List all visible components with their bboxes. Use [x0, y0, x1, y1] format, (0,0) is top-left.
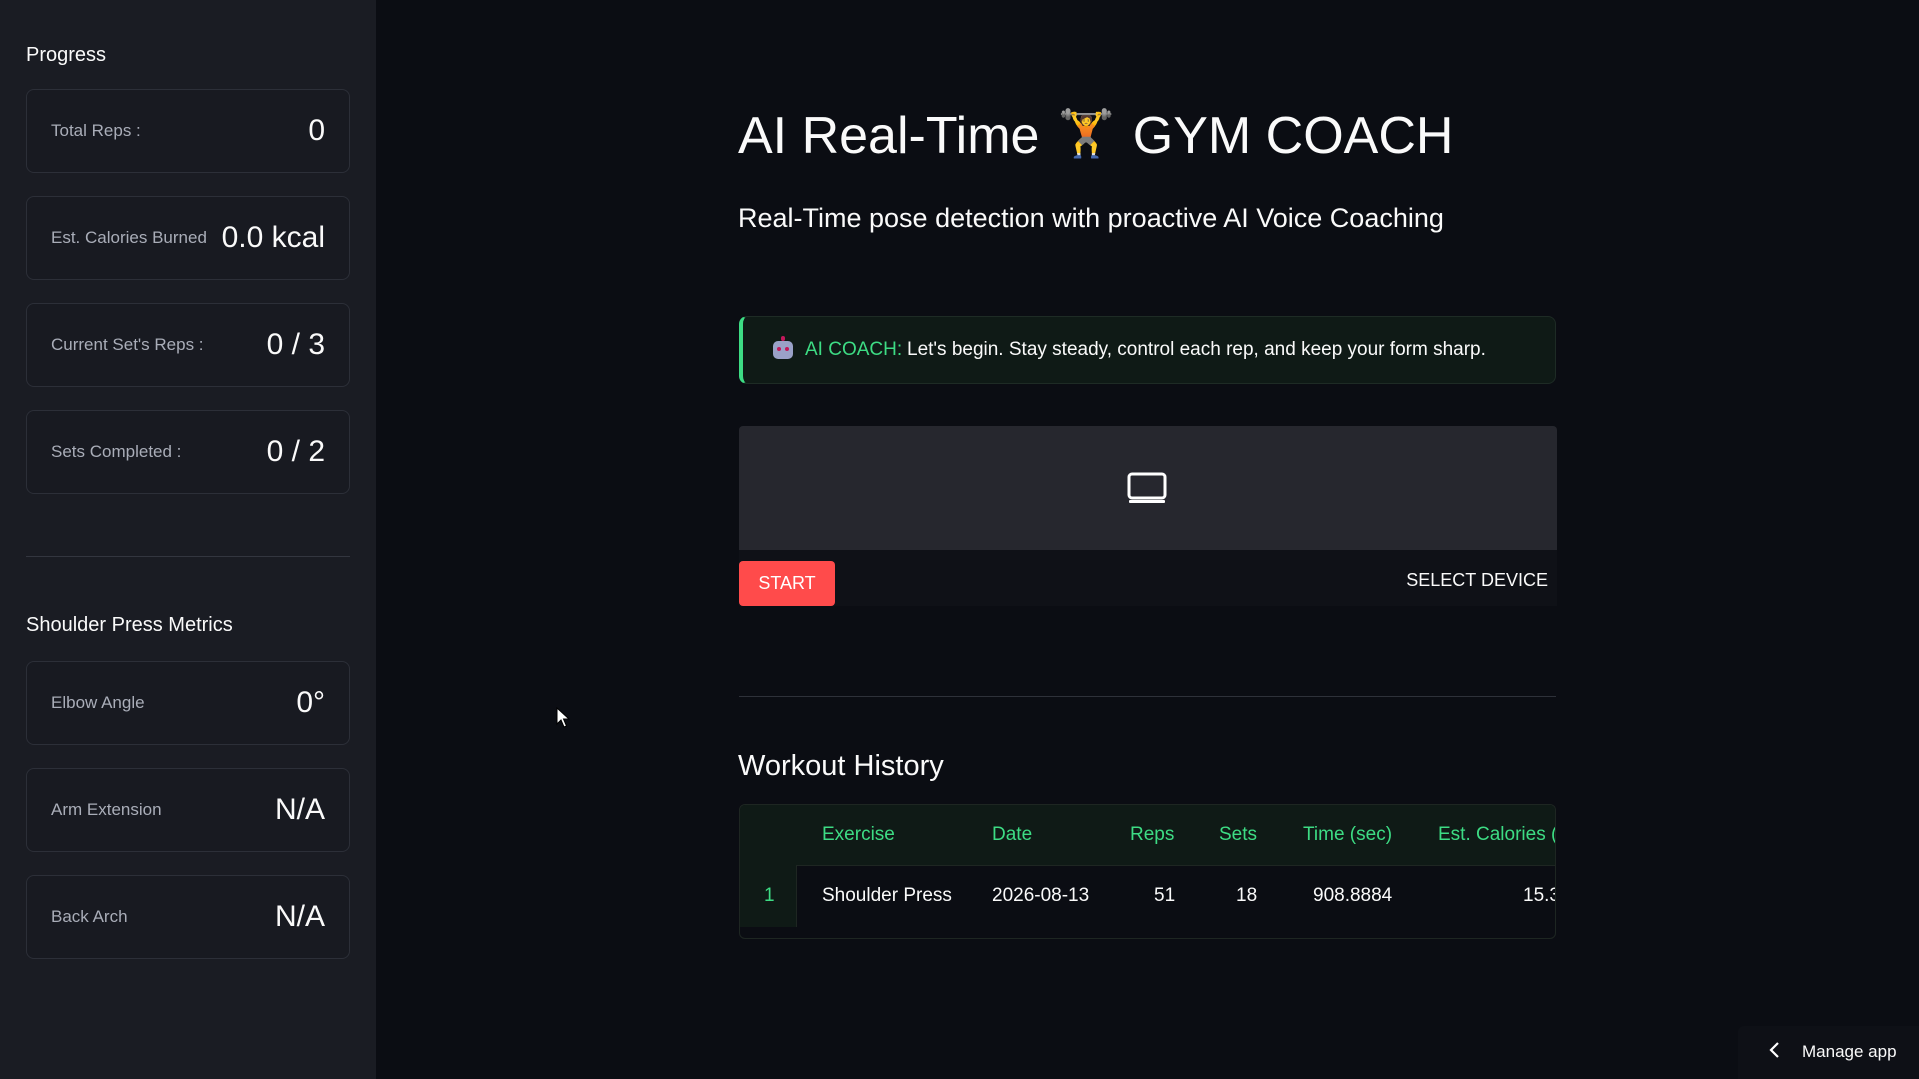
chevron-left-icon — [1769, 1042, 1779, 1058]
card-value: 0.0 kcal — [221, 221, 325, 254]
title-left: AI Real-Time — [738, 107, 1040, 165]
card-value: N/A — [274, 793, 325, 826]
card-label: Est. Calories Burned — [51, 228, 207, 247]
card-value: 0 / 3 — [266, 328, 325, 361]
progress-heading: Progress — [26, 44, 107, 66]
column-header-reps[interactable]: Reps — [1130, 824, 1174, 846]
ai-coach-tag: AI COACH: — [805, 339, 903, 360]
cell-calories: 15.3 — [1523, 885, 1555, 906]
manage-app-button[interactable]: Manage app — [1738, 1026, 1919, 1079]
column-header-calories[interactable]: Est. Calories (k — [1438, 824, 1555, 846]
start-button[interactable]: START — [739, 561, 835, 606]
card-label: Current Set's Reps : — [51, 335, 204, 354]
section-divider — [739, 696, 1556, 697]
card-value: N/A — [274, 900, 325, 933]
page-title: AI Real-Time 🏋️ GYM COACH — [738, 106, 1453, 166]
card-value: 0° — [296, 686, 325, 719]
column-header-exercise[interactable]: Exercise — [822, 824, 895, 846]
cell-time: 908.8884 — [1313, 885, 1393, 906]
cell-date: 2026-08-13 — [992, 885, 1090, 906]
elbow-angle-card: Elbow Angle 0° — [26, 661, 350, 745]
card-label: Back Arch — [51, 907, 128, 926]
card-value: 0 / 2 — [266, 435, 325, 468]
metrics-heading: Shoulder Press Metrics — [26, 614, 233, 636]
current-set-reps-card: Current Set's Reps : 0 / 3 — [26, 303, 350, 387]
card-label: Elbow Angle — [51, 693, 145, 712]
cell-exercise: Shoulder Press — [822, 885, 952, 906]
mouse-cursor-icon — [556, 707, 570, 728]
calories-card: Est. Calories Burned 0.0 kcal — [26, 196, 350, 280]
card-label: Sets Completed : — [51, 442, 182, 461]
cell-reps: 51 — [1154, 885, 1176, 906]
column-header-time[interactable]: Time (sec) — [1303, 824, 1392, 846]
ai-coach-banner: AI COACH: Let's begin. Stay steady, cont… — [739, 316, 1556, 384]
robot-icon — [773, 336, 793, 359]
screen-icon — [1127, 472, 1167, 503]
column-header-sets[interactable]: Sets — [1219, 824, 1257, 846]
row-index: 1 — [764, 885, 775, 906]
workout-history-table[interactable]: Exercise Date Reps Sets Time (sec) Est. … — [739, 804, 1556, 939]
card-value: 0 — [308, 114, 325, 147]
page-subtitle: Real-Time pose detection with proactive … — [738, 203, 1444, 233]
manage-app-label: Manage app — [1802, 1042, 1897, 1061]
workout-history-title: Workout History — [738, 750, 944, 782]
video-stream-area — [739, 426, 1557, 550]
sidebar: Progress Total Reps : 0 Est. Calories Bu… — [0, 0, 376, 1079]
sets-completed-card: Sets Completed : 0 / 2 — [26, 410, 350, 494]
column-header-date[interactable]: Date — [992, 824, 1032, 846]
total-reps-card: Total Reps : 0 — [26, 89, 350, 173]
card-label: Arm Extension — [51, 800, 162, 819]
back-arch-card: Back Arch N/A — [26, 875, 350, 959]
weightlifter-icon: 🏋️ — [1057, 107, 1115, 159]
stream-controls: START SELECT DEVICE — [739, 550, 1557, 606]
arm-extension-card: Arm Extension N/A — [26, 768, 350, 852]
card-label: Total Reps : — [51, 121, 141, 140]
cell-sets: 18 — [1236, 885, 1258, 906]
title-right: GYM COACH — [1132, 107, 1454, 165]
ai-coach-message: Let's begin. Stay steady, control each r… — [907, 339, 1486, 360]
sidebar-divider — [26, 556, 350, 557]
select-device-button[interactable]: SELECT DEVICE — [1406, 570, 1548, 591]
